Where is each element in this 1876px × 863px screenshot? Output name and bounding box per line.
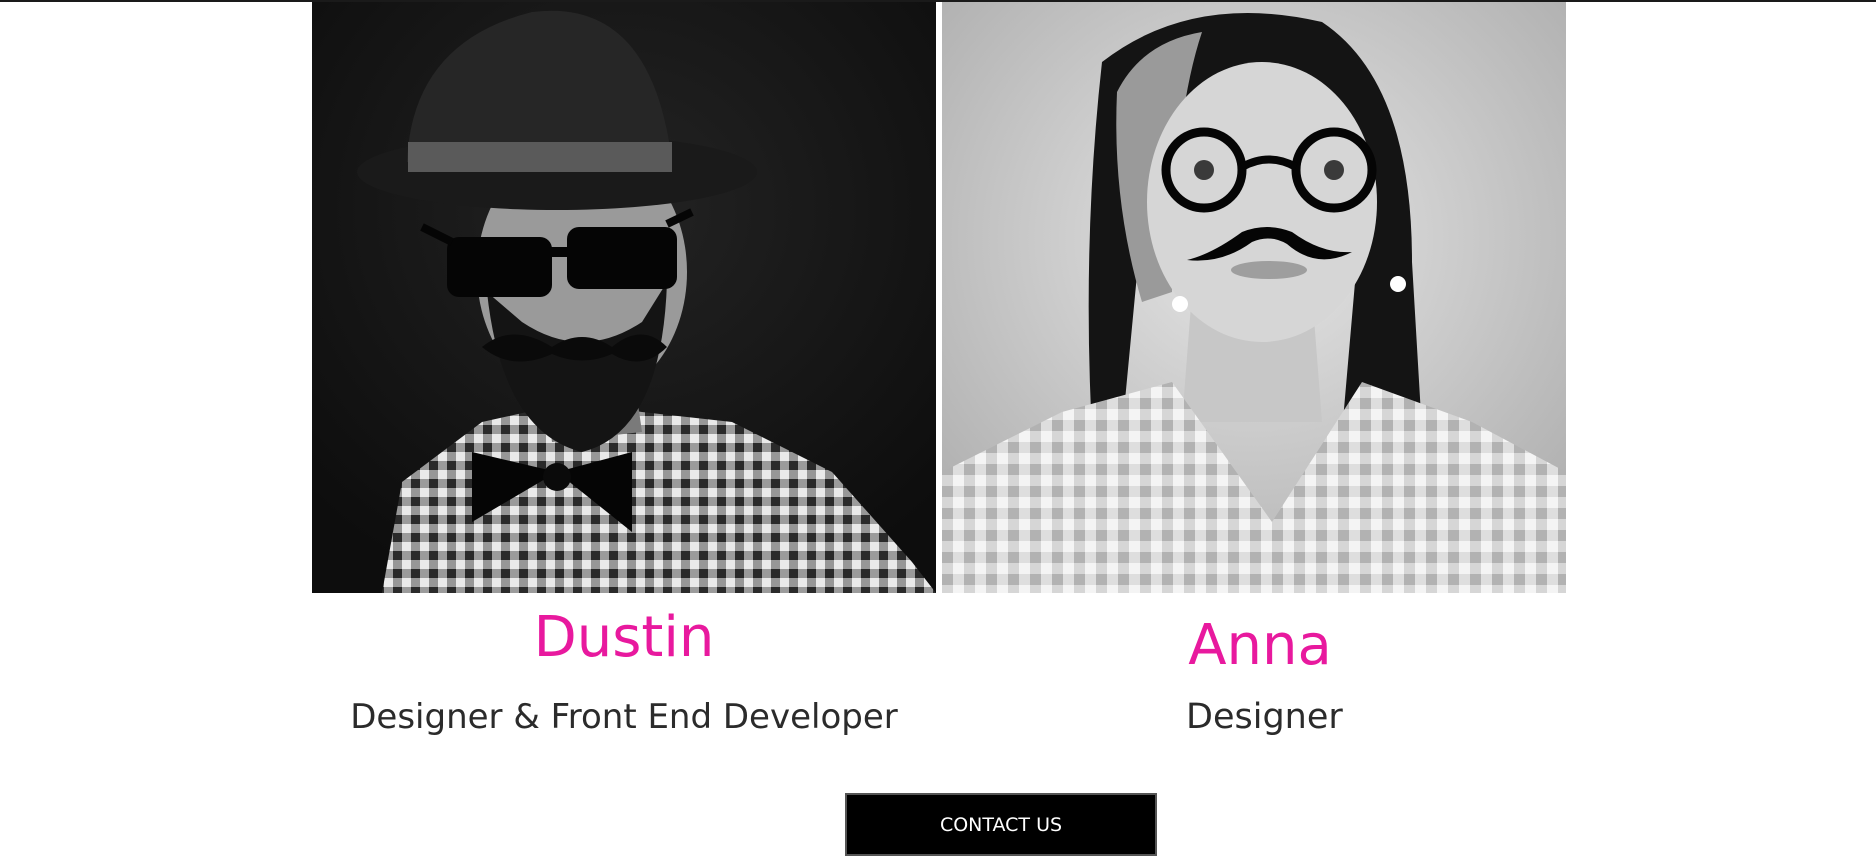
dustin-photo [312,2,936,593]
member-role-dustin: Designer & Front End Developer [350,697,898,737]
contact-us-button[interactable]: CONTACT US [845,793,1157,856]
top-divider [0,0,1876,2]
member-role-anna: Designer [1186,697,1343,737]
anna-photo [942,2,1566,593]
member-name-dustin: Dustin [533,605,715,670]
member-name-anna: Anna [1188,613,1332,678]
